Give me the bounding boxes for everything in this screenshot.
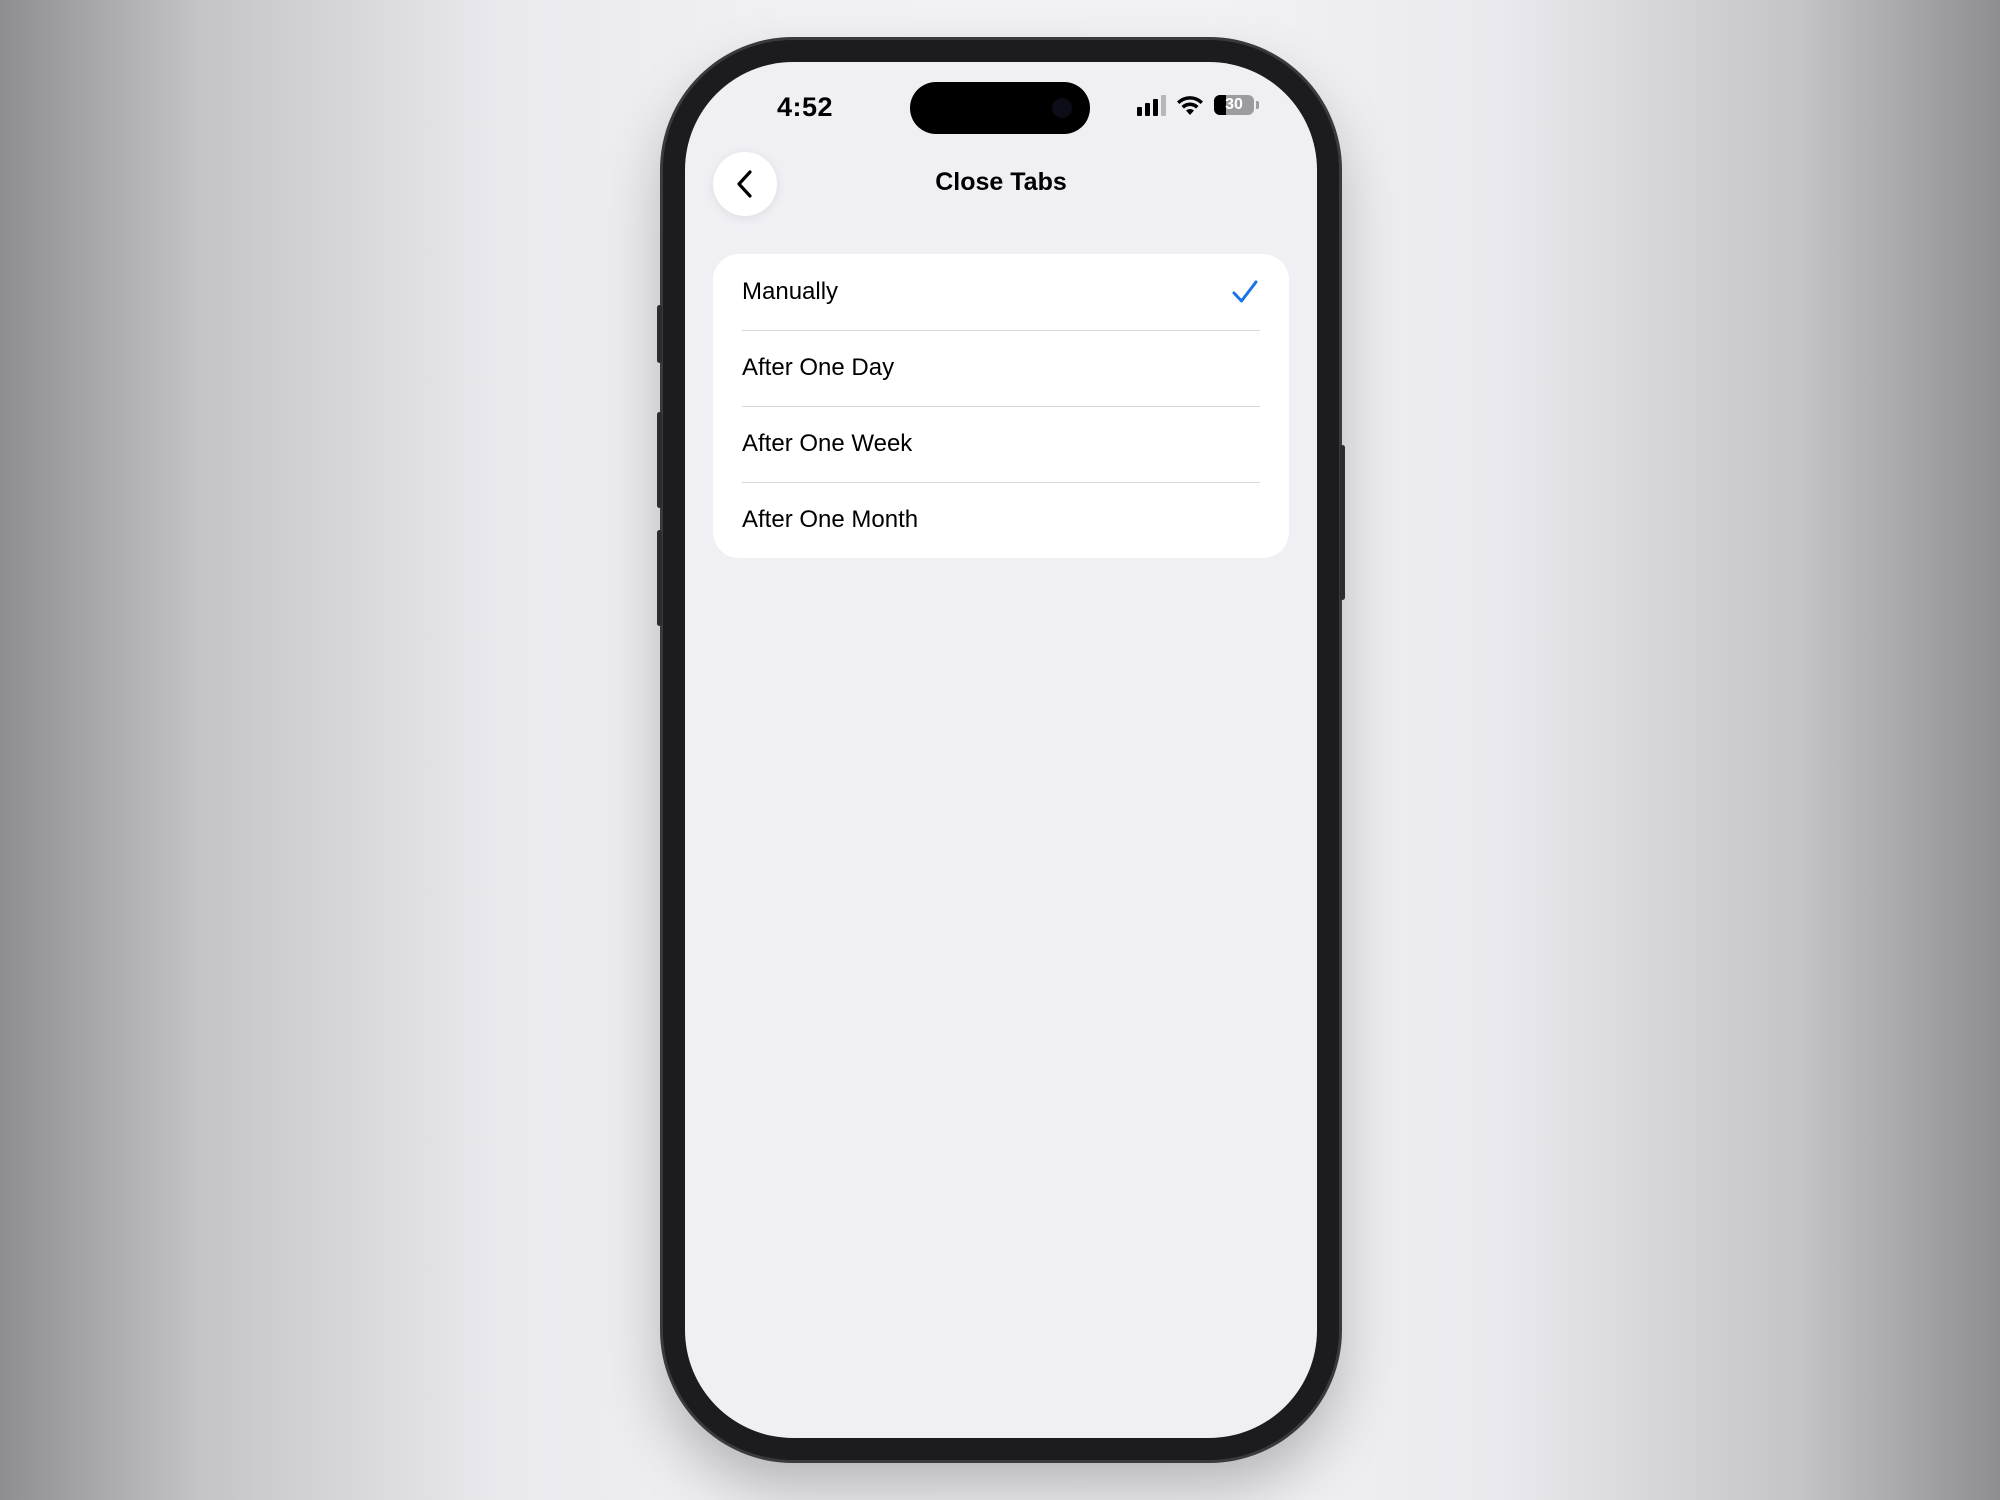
power-button <box>1340 445 1345 600</box>
volume-down-button <box>657 530 662 626</box>
cellular-signal-icon <box>1137 94 1166 116</box>
battery-icon: 30 <box>1214 95 1254 115</box>
option-label: Manually <box>742 278 839 305</box>
option-after-one-day[interactable]: After One Day <box>713 330 1289 406</box>
close-tabs-options-list: Manually After One Day After One Week Af… <box>713 254 1289 558</box>
option-after-one-week[interactable]: After One Week <box>713 406 1289 482</box>
option-label: After One Month <box>742 506 919 533</box>
battery-cap <box>1256 101 1259 109</box>
screen: 4:52 30 Close Tabs Manually After One Da… <box>685 62 1317 1438</box>
status-indicators: 30 <box>1137 94 1259 116</box>
option-label: After One Day <box>742 354 895 381</box>
checkmark-icon <box>1231 278 1259 306</box>
option-after-one-month[interactable]: After One Month <box>713 482 1289 558</box>
option-label: After One Week <box>742 430 913 457</box>
phone-frame: 4:52 30 Close Tabs Manually After One Da… <box>657 40 1345 1460</box>
option-manually[interactable]: Manually <box>713 254 1289 330</box>
camera-icon <box>1052 98 1072 118</box>
page-title: Close Tabs <box>935 168 1067 196</box>
battery-percent: 30 <box>1225 96 1243 113</box>
dynamic-island <box>910 82 1090 134</box>
volume-up-button <box>657 412 662 508</box>
wifi-icon <box>1177 96 1203 115</box>
action-button <box>657 305 662 363</box>
status-time: 4:52 <box>777 92 834 122</box>
battery-indicator: 30 <box>1214 95 1259 115</box>
